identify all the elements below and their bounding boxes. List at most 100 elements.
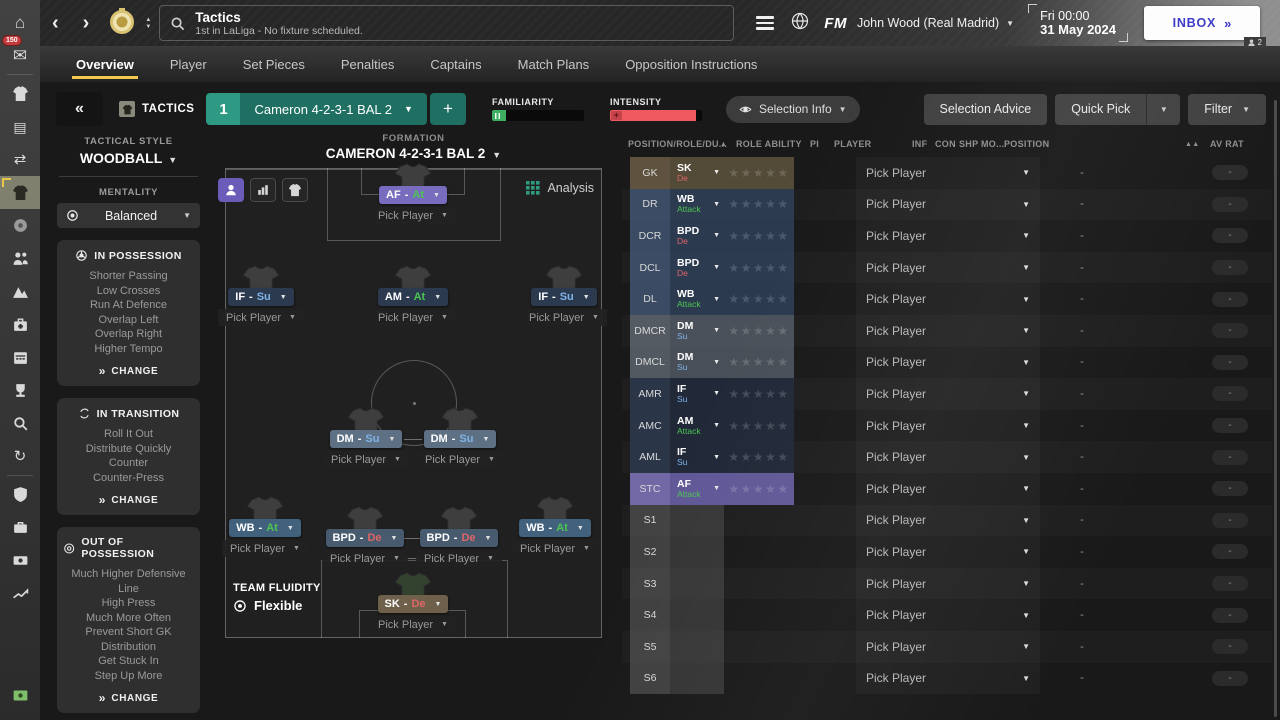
tab-captains[interactable]: Captains [414, 46, 497, 82]
pitch-player-dl[interactable]: WB - At ▼ Pick Player ▼ [222, 496, 308, 557]
col-inf[interactable]: INF [912, 139, 927, 149]
club-icon[interactable] [0, 209, 40, 242]
change-in-possession-button[interactable]: » CHANGE [63, 364, 194, 378]
table-row-s3[interactable]: S3 Pick Player ▼ - - [622, 567, 1272, 600]
role-pill[interactable]: WB - At ▼ [229, 519, 301, 537]
forward-chevron[interactable]: › [71, 0, 102, 46]
role-pill[interactable]: BPD - De ▼ [419, 529, 499, 547]
medical-centre-icon[interactable] [0, 308, 40, 341]
pick-player-dropdown[interactable]: Pick Player ▼ [370, 207, 456, 224]
pick-player-dropdown[interactable]: Pick Player ▼ [521, 309, 607, 326]
pick-player-dropdown[interactable]: Pick Player ▼ [856, 283, 1040, 315]
role-dropdown[interactable]: WB Attack ▼ [670, 188, 724, 221]
role-pill[interactable]: WB - At ▼ [519, 519, 591, 537]
role-dropdown[interactable]: SK De ▼ [670, 157, 724, 189]
pitch-player-amr[interactable]: IF - Su ▼ Pick Player ▼ [521, 265, 607, 326]
pick-player-dropdown[interactable]: Pick Player ▼ [856, 220, 1040, 252]
role-dropdown[interactable]: BPD De ▼ [670, 251, 724, 284]
pick-player-dropdown[interactable]: Pick Player ▼ [370, 309, 456, 326]
role-dropdown[interactable]: WB Attack ▼ [670, 283, 724, 315]
role-pill[interactable]: AF - At ▼ [379, 186, 447, 204]
tab-overview[interactable]: Overview [60, 46, 150, 82]
tab-opposition-instructions[interactable]: Opposition Instructions [609, 46, 773, 82]
player-view-button[interactable] [218, 178, 244, 202]
table-row-dmcl[interactable]: DMCL DM Su ▼ ★★★★★ Pick Player ▼ - - [622, 346, 1272, 379]
change-out-of-possession-button[interactable]: » CHANGE [63, 691, 194, 705]
pick-player-dropdown[interactable]: Pick Player ▼ [856, 536, 1040, 568]
pitch-player-amc[interactable]: AM - At ▼ Pick Player ▼ [370, 265, 456, 326]
transfers-icon[interactable]: ⇄ [0, 143, 40, 176]
table-row-dr[interactable]: DR WB Attack ▼ ★★★★★ Pick Player ▼ - - [622, 188, 1272, 221]
job-centre-icon[interactable] [0, 511, 40, 544]
dev-centre-icon[interactable] [0, 275, 40, 308]
sync-icon[interactable]: ↻ [0, 440, 40, 473]
pitch-player-aml[interactable]: IF - Su ▼ Pick Player ▼ [218, 265, 304, 326]
pick-player-dropdown[interactable]: Pick Player ▼ [856, 599, 1040, 631]
filter-button[interactable]: Filter ▼ [1188, 93, 1266, 125]
table-row-dl[interactable]: DL WB Attack ▼ ★★★★★ Pick Player ▼ - - [622, 283, 1272, 315]
role-dropdown[interactable]: BPD De ▼ [670, 220, 724, 252]
tab-set-pieces[interactable]: Set Pieces [227, 46, 321, 82]
inbox-button[interactable]: INBOX » 2 [1144, 6, 1266, 48]
pick-player-dropdown[interactable]: Pick Player ▼ [856, 315, 1040, 347]
pitch-player-gk[interactable]: SK - De ▼ Pick Player ▼ [370, 572, 456, 633]
tab-penalties[interactable]: Penalties [325, 46, 410, 82]
pick-player-dropdown[interactable]: Pick Player ▼ [856, 473, 1040, 505]
pitch-player-dcl[interactable]: BPD - De ▼ Pick Player ▼ [322, 506, 408, 567]
tactics-icon[interactable] [0, 176, 40, 209]
pitch-player-dmcl[interactable]: DM - Su ▼ Pick Player ▼ [323, 407, 409, 468]
pitch-player-dmcr[interactable]: DM - Su ▼ Pick Player ▼ [417, 407, 503, 468]
role-dropdown[interactable]: AF Attack ▼ [670, 472, 724, 505]
table-row-dcl[interactable]: DCL BPD De ▼ ★★★★★ Pick Player ▼ - - [622, 251, 1272, 284]
reports-icon[interactable]: ▤ [0, 110, 40, 143]
pick-player-dropdown[interactable]: Pick Player ▼ [416, 550, 502, 567]
pick-player-dropdown[interactable]: Pick Player ▼ [856, 347, 1040, 379]
collapse-panel-button[interactable]: « [56, 92, 103, 126]
inbox-icon[interactable]: ✉ 150 [0, 35, 40, 72]
pitch-player-stc[interactable]: AF - At ▼ Pick Player ▼ [370, 163, 456, 224]
table-row-amr[interactable]: AMR IF Su ▼ ★★★★★ Pick Player ▼ - - [622, 378, 1272, 410]
pitch-player-dcr[interactable]: BPD - De ▼ Pick Player ▼ [416, 506, 502, 567]
quick-pick-options-button[interactable]: ▼ [1146, 93, 1181, 125]
pick-player-dropdown[interactable]: Pick Player ▼ [856, 378, 1040, 410]
add-tactic-button[interactable]: + [429, 93, 466, 125]
table-row-stc[interactable]: STC AF Attack ▼ ★★★★★ Pick Player ▼ - - [622, 472, 1272, 505]
role-pill[interactable]: BPD - De ▼ [325, 529, 405, 547]
analysis-toggle[interactable]: Analysis [526, 181, 594, 195]
table-row-amc[interactable]: AMC AM Attack ▼ ★★★★★ Pick Player ▼ - - [622, 409, 1272, 442]
selection-info-dropdown[interactable]: Selection Info ▼ [725, 95, 860, 123]
pick-player-dropdown[interactable]: Pick Player ▼ [856, 631, 1040, 663]
role-dropdown[interactable]: DM Su ▼ [670, 346, 724, 379]
tab-player[interactable]: Player [154, 46, 223, 82]
back-chevron[interactable]: ‹ [40, 0, 71, 46]
club-crest[interactable] [107, 6, 137, 40]
formation-dropdown[interactable]: CAMERON 4-2-3-1 BAL 2 ▼ [225, 146, 602, 161]
role-dropdown[interactable]: IF Su ▼ [670, 441, 724, 473]
role-pill[interactable]: DM - Su ▼ [423, 430, 497, 448]
pick-player-dropdown[interactable]: Pick Player ▼ [856, 568, 1040, 600]
table-row-s4[interactable]: S4 Pick Player ▼ - - [622, 599, 1272, 631]
table-row-gk[interactable]: GK SK De ▼ ★★★★★ Pick Player ▼ - - [622, 157, 1272, 189]
pick-player-dropdown[interactable]: Pick Player ▼ [218, 309, 304, 326]
pick-player-dropdown[interactable]: Pick Player ▼ [370, 616, 456, 633]
menu-icon[interactable] [756, 16, 775, 30]
col-av-rat[interactable]: AV RAT [1210, 139, 1244, 149]
pick-player-dropdown[interactable]: Pick Player ▼ [856, 505, 1040, 537]
pick-player-dropdown[interactable]: Pick Player ▼ [856, 410, 1040, 442]
tactic-slot-number[interactable]: 1 [206, 93, 241, 125]
role-pill[interactable]: SK - De ▼ [377, 595, 449, 613]
col-position-role[interactable]: POSITION/ROLE/DU... [628, 139, 727, 149]
pick-player-dropdown[interactable]: Pick Player ▼ [856, 157, 1040, 189]
staff-icon[interactable] [0, 242, 40, 275]
table-row-s5[interactable]: S5 Pick Player ▼ - - [622, 630, 1272, 663]
cash-icon[interactable] [0, 679, 40, 712]
role-pill[interactable]: DM - Su ▼ [329, 430, 403, 448]
role-dropdown[interactable]: IF Su ▼ [670, 378, 724, 410]
pick-player-dropdown[interactable]: Pick Player ▼ [512, 540, 598, 557]
tab-match-plans[interactable]: Match Plans [502, 46, 606, 82]
table-row-dmcr[interactable]: DMCR DM Su ▼ ★★★★★ Pick Player ▼ - - [622, 314, 1272, 347]
squad-icon[interactable] [0, 77, 40, 110]
pick-player-dropdown[interactable]: Pick Player ▼ [856, 663, 1040, 695]
table-row-dcr[interactable]: DCR BPD De ▼ ★★★★★ Pick Player ▼ - - [622, 220, 1272, 252]
finances-icon[interactable] [0, 544, 40, 577]
